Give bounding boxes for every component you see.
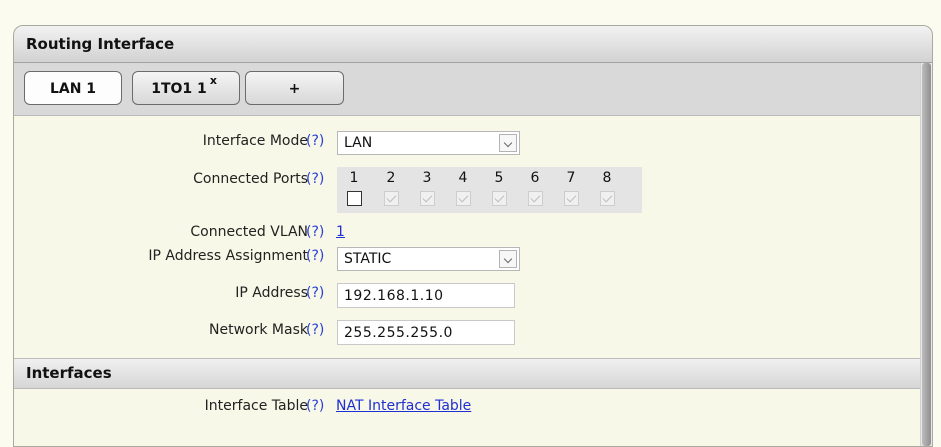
port-number: 6	[530, 170, 540, 186]
port-checkbox	[528, 191, 543, 206]
interfaces-title: Interfaces	[26, 364, 112, 382]
interface-table-label: Interface Table	[204, 398, 308, 414]
port-checkbox	[420, 191, 435, 206]
port-checkbox[interactable]	[347, 191, 362, 206]
port-number: 5	[494, 170, 504, 186]
port-number: 1	[349, 170, 359, 186]
interface-mode-select[interactable]: LAN	[337, 131, 520, 155]
interface-table-row: Interface Table (?) NAT Interface Table	[14, 398, 920, 418]
tab-lan1-label: LAN 1	[49, 81, 97, 97]
help-icon[interactable]: (?)	[306, 322, 324, 338]
port-number: 4	[458, 170, 468, 186]
ip-assignment-select[interactable]: STATIC	[337, 247, 520, 271]
tab-bar: LAN 1 1TO1 1 x +	[14, 63, 920, 116]
connected-vlan-label: Connected VLAN	[190, 224, 308, 240]
interface-mode-row: Interface Mode (?) LAN	[14, 129, 920, 155]
ip-assignment-label: IP Address Assignment	[148, 248, 308, 264]
port-checkbox	[600, 191, 615, 206]
ip-assignment-row: IP Address Assignment (?) STATIC	[14, 245, 920, 271]
help-icon[interactable]: (?)	[306, 248, 324, 264]
add-tab-button[interactable]: +	[245, 71, 344, 105]
help-icon[interactable]: (?)	[306, 171, 324, 187]
help-icon[interactable]: (?)	[306, 285, 324, 301]
ports-grid: 1 2 3 4 5 6 7 8	[337, 167, 642, 213]
interface-mode-label: Interface Mode	[202, 133, 308, 149]
help-icon[interactable]: (?)	[306, 398, 324, 414]
network-mask-input[interactable]: 255.255.255.0	[337, 320, 515, 345]
network-mask-label: Network Mask	[209, 322, 308, 338]
panel-title: Routing Interface	[26, 35, 175, 53]
help-icon[interactable]: (?)	[306, 224, 324, 240]
port-checkbox	[564, 191, 579, 206]
routing-interface-panel: Routing Interface LAN 1 1TO1 1 x + Inter…	[13, 25, 933, 447]
vertical-scrollbar[interactable]	[920, 63, 932, 446]
port-number: 2	[386, 170, 396, 186]
ip-assignment-value: STATIC	[344, 251, 392, 267]
connected-vlan-row: Connected VLAN (?) 1	[14, 222, 920, 242]
port-number: 3	[422, 170, 432, 186]
tab-close-icon[interactable]: x	[210, 74, 217, 87]
help-icon[interactable]: (?)	[306, 133, 324, 149]
port-checkbox	[456, 191, 471, 206]
connected-ports-label: Connected Ports	[193, 171, 308, 187]
scrollbar-thumb[interactable]	[922, 63, 931, 446]
port-checkbox	[384, 191, 399, 206]
connected-ports-row: Connected Ports (?) 1 2 3 4 5 6 7 8	[14, 167, 920, 217]
tab-lan1[interactable]: LAN 1	[24, 71, 122, 105]
tab-1to1[interactable]: 1TO1 1 x	[132, 71, 240, 105]
ip-address-value: 192.168.1.10	[344, 288, 444, 304]
ip-address-label: IP Address	[235, 285, 308, 301]
chevron-down-icon[interactable]	[499, 134, 517, 152]
network-mask-row: Network Mask (?) 255.255.255.0	[14, 318, 920, 346]
port-number: 7	[566, 170, 576, 186]
network-mask-value: 255.255.255.0	[344, 325, 453, 341]
add-tab-label: +	[288, 81, 301, 97]
ip-address-input[interactable]: 192.168.1.10	[337, 283, 515, 308]
vlan-link[interactable]: 1	[336, 224, 345, 240]
port-checkbox	[492, 191, 507, 206]
chevron-down-icon[interactable]	[499, 250, 517, 268]
nat-interface-table-link[interactable]: NAT Interface Table	[336, 398, 471, 414]
ip-address-row: IP Address (?) 192.168.1.10	[14, 281, 920, 309]
port-number: 8	[602, 170, 612, 186]
interface-mode-value: LAN	[344, 135, 373, 151]
interfaces-section-header: Interfaces	[14, 358, 920, 389]
